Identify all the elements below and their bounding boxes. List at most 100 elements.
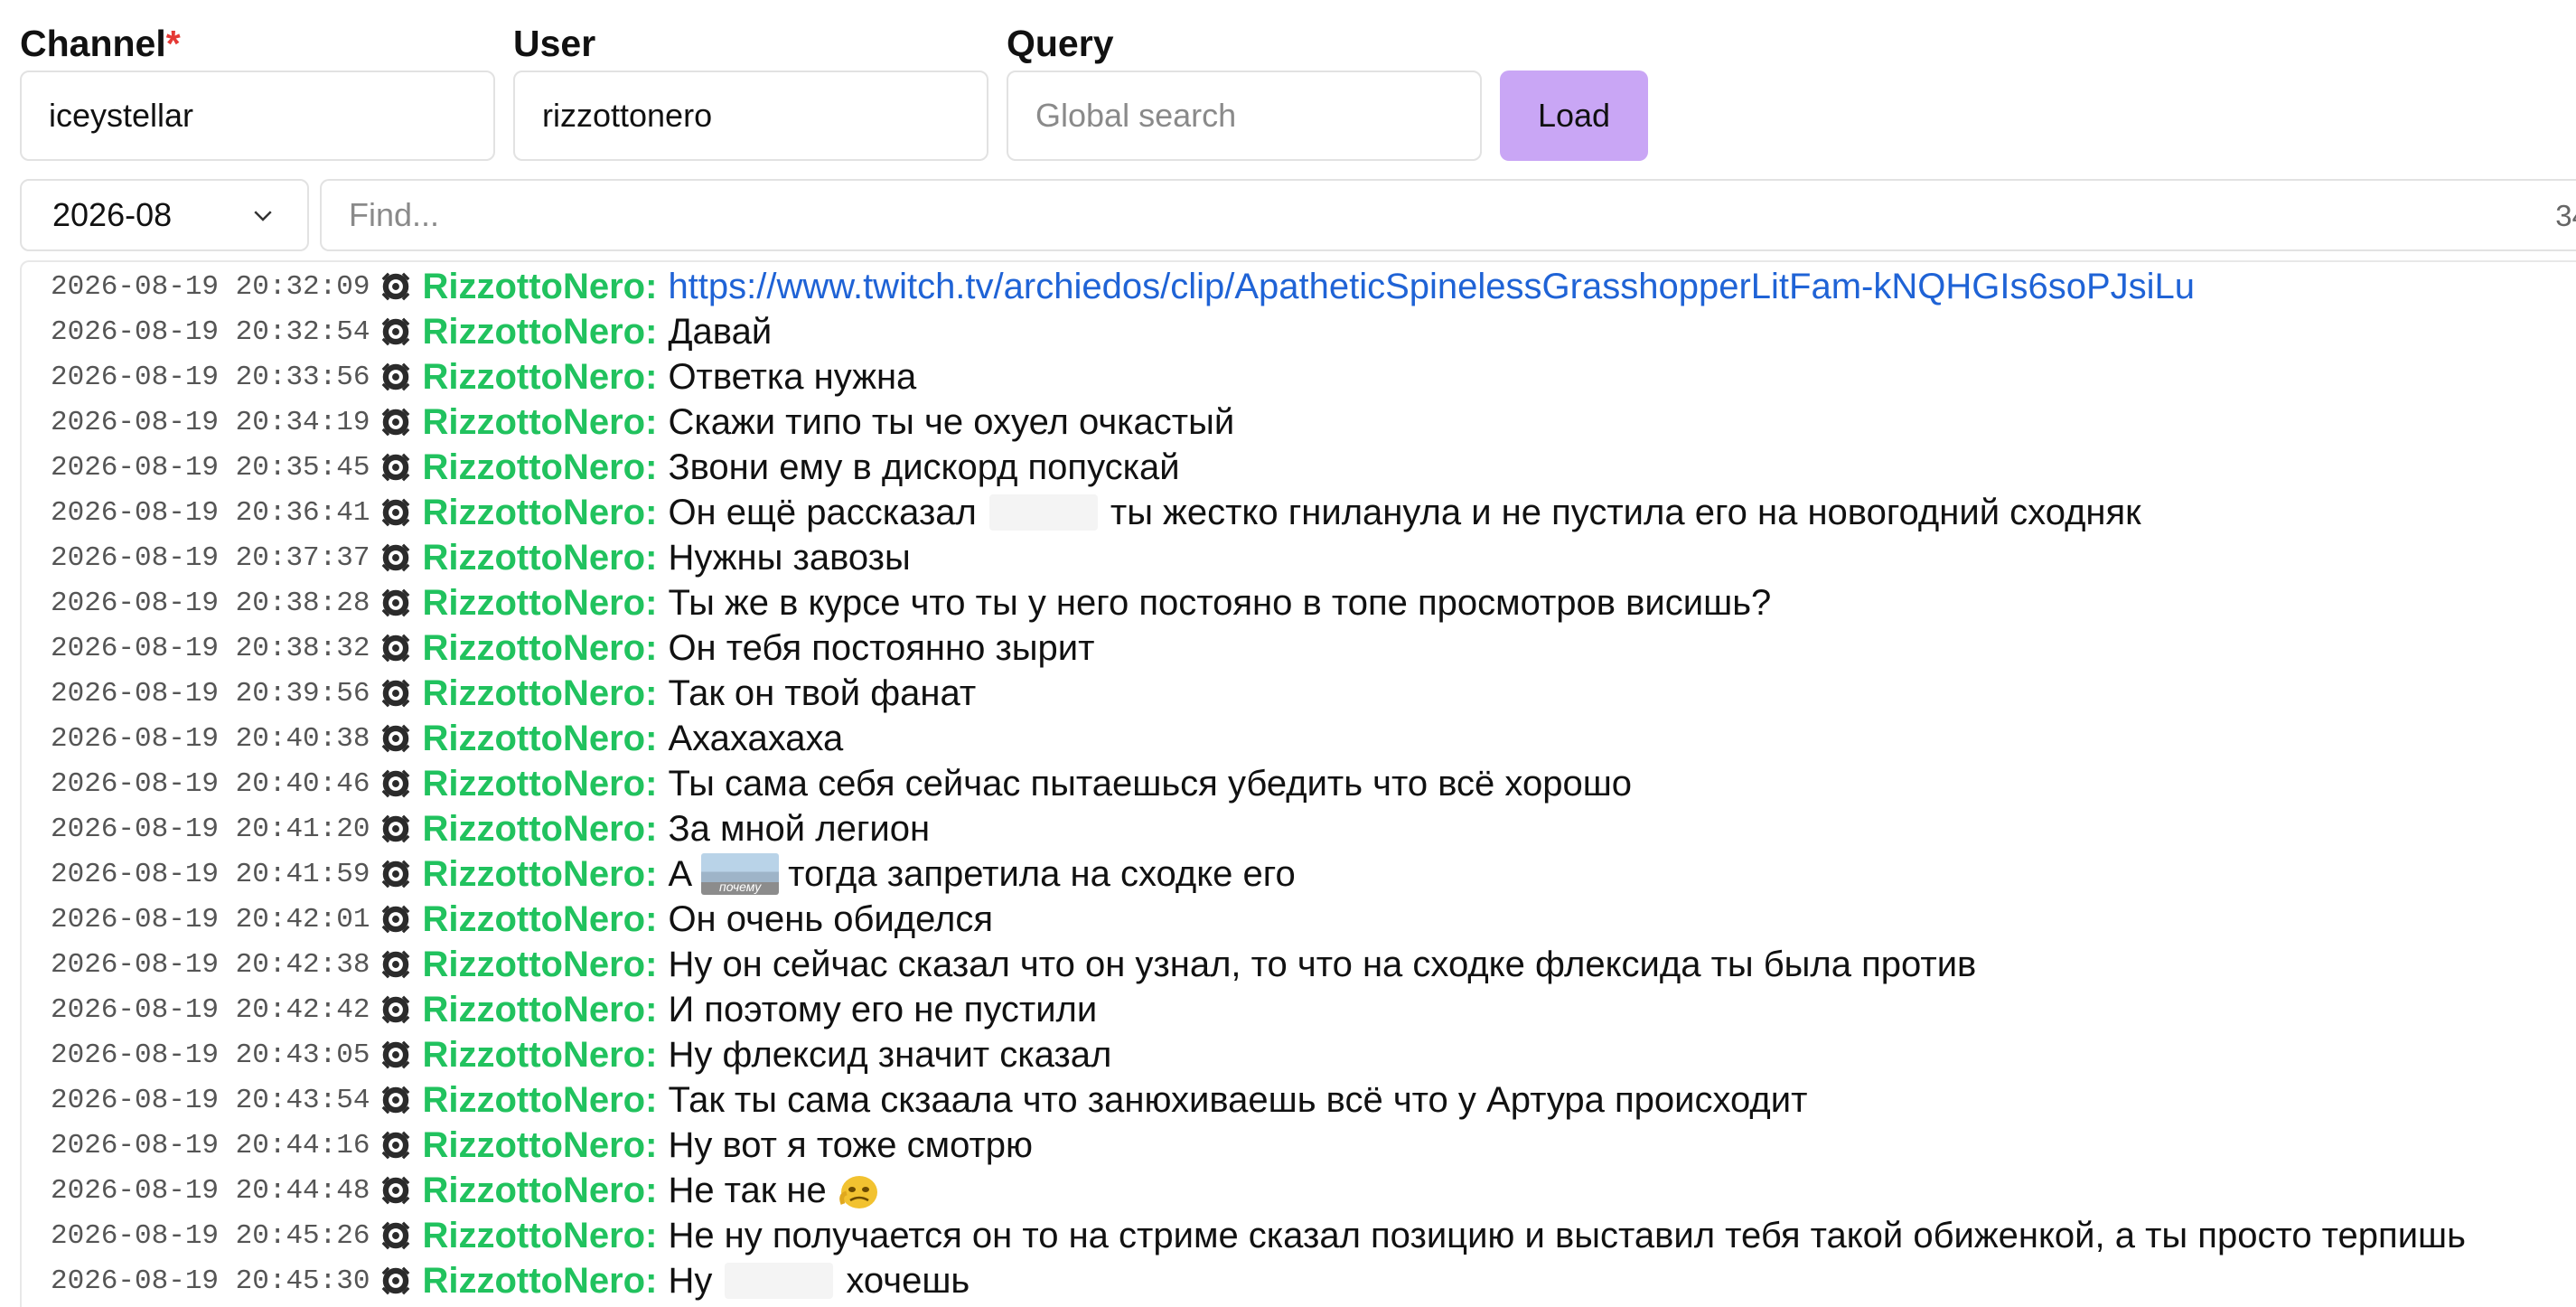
query-label: Query xyxy=(1007,23,1114,64)
user-badge-icon xyxy=(379,405,413,439)
message-row: 2026-08-19 20:40:46 RizzottoNero: Ты сама … xyxy=(22,761,2576,806)
message-username[interactable]: RizzottoNero: xyxy=(422,312,657,353)
user-badge-icon xyxy=(379,857,413,891)
message-username[interactable]: RizzottoNero: xyxy=(422,854,657,895)
message-username[interactable]: RizzottoNero: xyxy=(422,1035,657,1076)
message-username[interactable]: RizzottoNero: xyxy=(422,945,657,985)
query-input[interactable] xyxy=(1007,71,1482,161)
message-text: Он очень обиделся xyxy=(668,899,993,940)
redacted-mention xyxy=(988,494,1098,531)
message-text-part: Давай xyxy=(668,311,773,352)
message-text-part: Ответка нужна xyxy=(668,356,917,397)
message-row: 2026-08-19 20:33:56 RizzottoNero: Ответка … xyxy=(22,354,2576,400)
message-timestamp: 2026-08-19 20:44:48 xyxy=(51,1174,370,1207)
message-text-part: Не так не xyxy=(668,1170,827,1210)
message-timestamp: 2026-08-19 20:42:38 xyxy=(51,948,370,981)
message-username[interactable]: RizzottoNero: xyxy=(422,447,657,488)
message-text-part: Нужны завозы xyxy=(668,537,911,578)
message-text-part: Ну xyxy=(668,1260,713,1301)
message-row: 2026-08-19 20:42:01 RizzottoNero: Он очень… xyxy=(22,897,2576,942)
message-timestamp: 2026-08-19 20:32:09 xyxy=(51,270,370,303)
message-row: 2026-08-19 20:42:42 RizzottoNero: И поэтом… xyxy=(22,987,2576,1032)
find-field: 34 xyxy=(320,179,2576,251)
result-count: 34 xyxy=(2555,199,2576,232)
user-badge-icon xyxy=(379,992,413,1027)
message-timestamp: 2026-08-19 20:38:28 xyxy=(51,587,370,619)
message-username[interactable]: RizzottoNero: xyxy=(422,402,657,443)
message-row: 2026-08-19 20:36:41 RizzottoNero: Он ещё р… xyxy=(22,490,2576,535)
message-log[interactable]: 2026-08-19 20:32:09 RizzottoNero: https://… xyxy=(20,260,2576,1307)
message-row: 2026-08-19 20:41:20 RizzottoNero: За мной … xyxy=(22,806,2576,851)
message-timestamp: 2026-08-19 20:43:54 xyxy=(51,1084,370,1116)
message-row: 2026-08-19 20:44:16 RizzottoNero: Ну вот я… xyxy=(22,1123,2576,1168)
message-username[interactable]: RizzottoNero: xyxy=(422,538,657,578)
message-timestamp: 2026-08-19 20:41:59 xyxy=(51,858,370,890)
message-timestamp: 2026-08-19 20:42:01 xyxy=(51,903,370,936)
message-username[interactable]: RizzottoNero: xyxy=(422,719,657,759)
message-timestamp: 2026-08-19 20:43:05 xyxy=(51,1039,370,1071)
message-username[interactable]: RizzottoNero: xyxy=(422,583,657,624)
message-row: 2026-08-19 20:44:48 RizzottoNero: Не так н… xyxy=(22,1168,2576,1213)
message-username[interactable]: RizzottoNero: xyxy=(422,493,657,533)
user-badge-icon xyxy=(379,269,413,304)
message-text-part: Звони ему в дискорд попускай xyxy=(668,447,1180,487)
message-text-part: ты жестко гниланула и не пустила его на … xyxy=(1110,492,2141,532)
message-link[interactable]: https://www.twitch.tv/archiedos/clip/Apa… xyxy=(668,267,2195,307)
message-row: 2026-08-19 20:45:26 RizzottoNero: Не ну по… xyxy=(22,1213,2576,1258)
message-timestamp: 2026-08-19 20:35:45 xyxy=(51,451,370,484)
message-timestamp: 2026-08-19 20:45:30 xyxy=(51,1265,370,1297)
message-timestamp: 2026-08-19 20:40:46 xyxy=(51,767,370,800)
emoji-face-icon xyxy=(836,1168,883,1213)
month-select[interactable]: 2026-08 xyxy=(20,179,309,251)
message-username[interactable]: RizzottoNero: xyxy=(422,990,657,1030)
user-badge-icon xyxy=(379,631,413,665)
message-text: Ну хочешь xyxy=(668,1261,970,1302)
message-username[interactable]: RizzottoNero: xyxy=(422,1261,657,1302)
channel-input[interactable] xyxy=(20,71,495,161)
user-badge-icon xyxy=(379,1218,413,1253)
message-timestamp: 2026-08-19 20:32:54 xyxy=(51,315,370,348)
message-username[interactable]: RizzottoNero: xyxy=(422,673,657,714)
user-badge-icon xyxy=(379,315,413,349)
message-text: Так ты сама скзаала что занюхиваешь всё … xyxy=(668,1080,1807,1121)
message-text: https://www.twitch.tv/archiedos/clip/Apa… xyxy=(668,267,2195,307)
message-row: 2026-08-19 20:38:28 RizzottoNero: Ты же в … xyxy=(22,580,2576,625)
message-username[interactable]: RizzottoNero: xyxy=(422,1171,657,1211)
user-badge-icon xyxy=(379,766,413,801)
message-username[interactable]: RizzottoNero: xyxy=(422,357,657,398)
message-row: 2026-08-19 20:34:19 RizzottoNero: Скажи ти… xyxy=(22,400,2576,445)
user-badge-icon xyxy=(379,1128,413,1162)
load-button[interactable]: Load xyxy=(1500,71,1648,161)
message-text: Не так не xyxy=(668,1168,882,1213)
message-timestamp: 2026-08-19 20:37:37 xyxy=(51,541,370,574)
log-toolbar: 2026-08 34 xyxy=(20,179,2576,251)
message-row: 2026-08-19 20:38:32 RizzottoNero: Он тебя … xyxy=(22,625,2576,671)
message-username[interactable]: RizzottoNero: xyxy=(422,1216,657,1256)
message-username[interactable]: RizzottoNero: xyxy=(422,1080,657,1121)
message-username[interactable]: RizzottoNero: xyxy=(422,764,657,804)
message-text: Нужны завозы xyxy=(668,538,910,578)
find-input[interactable] xyxy=(322,181,2576,249)
message-username[interactable]: RizzottoNero: xyxy=(422,267,657,307)
message-username[interactable]: RizzottoNero: xyxy=(422,809,657,850)
message-timestamp: 2026-08-19 20:34:19 xyxy=(51,406,370,438)
message-text-part: Ну он сейчас сказал что он узнал, то что… xyxy=(668,944,1977,984)
message-text-part: А xyxy=(668,853,693,894)
message-text-part: Ну вот я тоже смотрю xyxy=(668,1124,1034,1165)
message-text-part: Он очень обиделся xyxy=(668,898,994,939)
month-value: 2026-08 xyxy=(52,196,173,233)
message-text-part: Ахахахаха xyxy=(668,718,844,758)
message-text-part: Он тебя постоянно зырит xyxy=(668,627,1095,668)
user-input[interactable] xyxy=(513,71,988,161)
message-username[interactable]: RizzottoNero: xyxy=(422,628,657,669)
user-badge-icon xyxy=(379,495,413,530)
message-text: Так он твой фанат xyxy=(668,673,976,714)
message-text-part: Так он твой фанат xyxy=(668,672,977,713)
channel-label: Channel* xyxy=(20,23,181,64)
message-text: Ну он сейчас сказал что он узнал, то что… xyxy=(668,945,1976,985)
message-timestamp: 2026-08-19 20:36:41 xyxy=(51,496,370,529)
message-username[interactable]: RizzottoNero: xyxy=(422,1125,657,1166)
user-badge-icon xyxy=(379,360,413,394)
message-username[interactable]: RizzottoNero: xyxy=(422,899,657,940)
message-timestamp: 2026-08-19 20:45:26 xyxy=(51,1219,370,1252)
